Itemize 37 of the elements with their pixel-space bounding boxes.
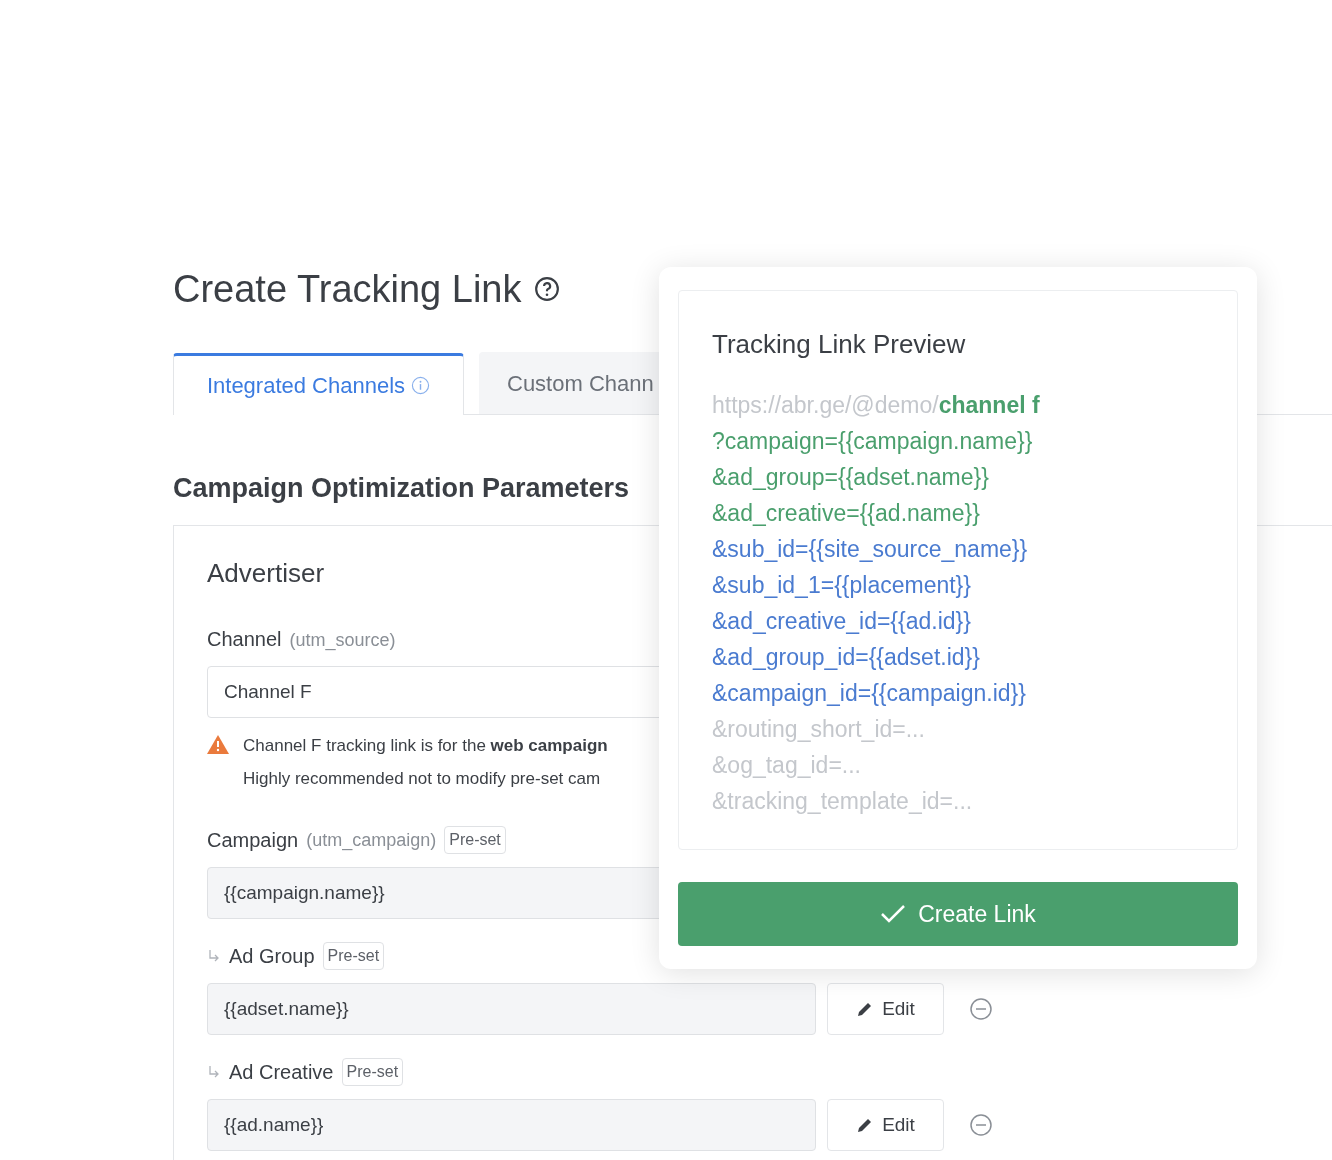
page-title: Create Tracking Link xyxy=(173,270,522,308)
warning-icon xyxy=(207,735,229,754)
edit-button[interactable]: Edit xyxy=(827,1099,944,1151)
link-text: &ad_creative={{ad.name}} xyxy=(712,498,980,528)
link-text: &ad_group={{adset.name}} xyxy=(712,462,989,492)
field-label: Ad Group xyxy=(229,944,315,969)
link-text: &ad_creative_id={{ad.id}} xyxy=(712,606,971,636)
preset-badge: Pre-set xyxy=(444,826,506,854)
value-field[interactable]: {{adset.name}} xyxy=(207,983,816,1035)
section-title: Campaign Optimization Parameters xyxy=(173,475,630,502)
field-label: Campaign xyxy=(207,828,299,853)
link-text: &og_tag_id=... xyxy=(712,750,861,780)
advertiser-title: Advertiser xyxy=(207,560,326,586)
link-text: ?campaign={{campaign.name}} xyxy=(712,426,1033,456)
link-text: &sub_id_1={{placement}} xyxy=(712,570,971,600)
check-icon xyxy=(880,904,907,924)
help-icon xyxy=(533,276,560,302)
channel-tab[interactable]: Integrated Channels xyxy=(173,353,464,415)
sub-arrow-icon xyxy=(207,949,221,963)
field-hint: (utm_campaign) xyxy=(306,828,437,853)
preview-title: Tracking Link Preview xyxy=(712,331,967,357)
field-label: Ad Creative xyxy=(229,1060,334,1085)
link-text: &sub_id={{site_source_name}} xyxy=(712,534,1028,564)
sub-arrow-icon xyxy=(207,1065,221,1079)
warning-text: Highly recommended not to modify pre-set cam xyxy=(243,768,602,790)
link-text: https://abr.ge/@demo/ xyxy=(712,390,939,420)
preset-badge: Pre-set xyxy=(322,942,385,970)
field-label: Channel xyxy=(207,627,282,652)
edit-button[interactable]: Edit xyxy=(827,983,944,1035)
link-text: &tracking_template_id=... xyxy=(712,786,973,816)
value-field[interactable]: {{ad.name}} xyxy=(207,1099,816,1151)
remove-icon[interactable] xyxy=(969,1113,993,1137)
warning-text: Channel F tracking link is for the web campaign xyxy=(243,735,608,757)
link-text: channel f xyxy=(938,390,1040,420)
field-hint: (utm_source) xyxy=(289,629,396,653)
preset-badge: Pre-set xyxy=(341,1058,404,1086)
remove-icon[interactable] xyxy=(969,997,993,1021)
